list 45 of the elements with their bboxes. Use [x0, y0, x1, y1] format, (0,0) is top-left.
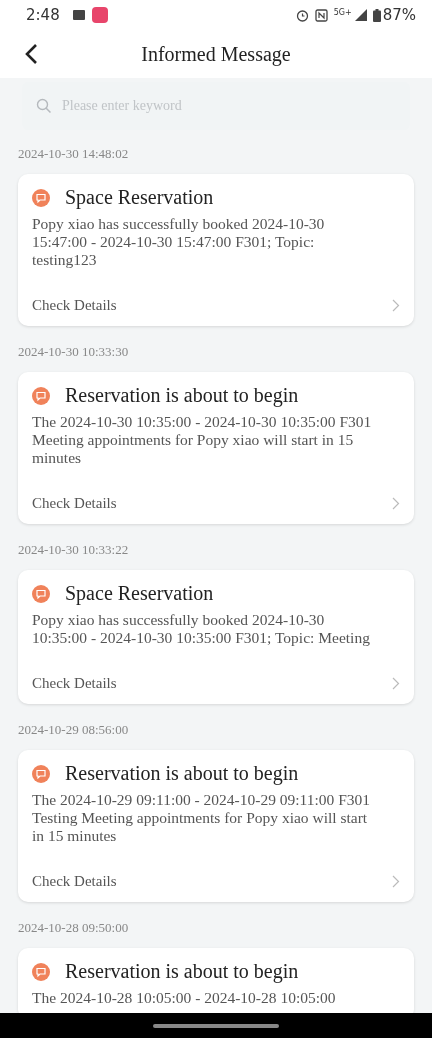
message-title: Space Reservation [65, 582, 214, 605]
message-text: Popy xiao has successfully booked 2024-10-30 15:47:00 - 2024-10-30 15:47:00 F301; Topic: testing123 [32, 215, 326, 269]
alarm-icon [295, 8, 309, 22]
app-icon [91, 7, 108, 23]
chat-bubble-icon [32, 962, 50, 981]
message-text: Popy xiao has successfully booked 2024-10-30 10:35:00 - 2024-10-30 10:35:00 F301; Topic: Meeting [32, 611, 371, 647]
nfc-icon [314, 8, 328, 22]
message-title: Space Reservation [65, 186, 214, 209]
message-card[interactable]: Space Reservation Popy xiao has successfully booked 2024-10-30 10:35:00 - 2024-10-30 10:35:00 F301; Topic: Meeting Check Details [18, 570, 414, 704]
message-timestamp: 2024-10-30 10:33:22 [17, 542, 130, 559]
chevron-right-icon [392, 677, 400, 690]
message-timestamp: 2024-10-29 08:56:00 [17, 722, 130, 739]
home-indicator[interactable] [153, 1023, 279, 1028]
chat-bubble-icon [32, 764, 50, 783]
message-text: The 2024-10-30 10:35:00 - 2024-10-30 10:35:00 F301 Meeting appointments for Popy xiao will start in 15 minutes [32, 413, 373, 467]
chevron-right-icon [392, 299, 400, 312]
message-card[interactable]: Reservation is about to begin The 2024-10-29 09:11:00 - 2024-10-29 09:11:00 F301 Testing Meeting appointments for Popy xiao will start in 15 minutes Check Details [18, 750, 414, 902]
check-details-link[interactable]: Check Details [32, 297, 117, 314]
chat-bubble-icon [32, 188, 50, 207]
message-timestamp: 2024-10-30 14:48:02 [17, 146, 130, 163]
message-card[interactable]: Space Reservation Popy xiao has successfully booked 2024-10-30 15:47:00 - 2024-10-30 15:47:00 F301; Topic: testing123 Check Details [18, 174, 414, 326]
status-time: 2:48 [26, 6, 60, 24]
message-card[interactable]: Reservation is about to begin The 2024-10-30 10:35:00 - 2024-10-30 10:35:00 F301 Meeting appointments for Popy xiao will start in 15 minutes Check Details [18, 372, 414, 524]
battery-percentage: 87% [382, 6, 416, 24]
back-icon[interactable] [24, 43, 38, 65]
message-timestamp: 2024-10-30 10:33:30 [17, 344, 130, 361]
check-details-link[interactable]: Check Details [32, 873, 117, 890]
message-title: Reservation is about to begin [65, 960, 299, 983]
chevron-right-icon [392, 875, 400, 888]
check-details-link[interactable]: Check Details [32, 495, 117, 512]
network-label: 5G+ [333, 8, 352, 17]
page-title: Informed Message [141, 42, 291, 66]
signal-icon [354, 9, 367, 21]
chat-bubble-icon [32, 584, 50, 603]
battery-icon [372, 8, 381, 22]
check-details-link[interactable]: Check Details [32, 675, 117, 692]
message-title: Reservation is about to begin [65, 384, 299, 407]
message-timestamp: 2024-10-28 09:50:00 [17, 920, 130, 937]
message-text: The 2024-10-28 10:05:00 - 2024-10-28 10:05:00 [32, 989, 337, 1007]
message-title: Reservation is about to begin [65, 762, 299, 785]
chat-bubble-icon [32, 386, 50, 405]
message-card[interactable]: Reservation is about to begin The 2024-10-28 10:05:00 - 2024-10-28 10:05:00 [18, 948, 414, 1013]
notification-icon [71, 9, 86, 21]
message-text: The 2024-10-29 09:11:00 - 2024-10-29 09:11:00 F301 Testing Meeting appointments for Popy xiao will start in 15 minutes [32, 791, 372, 845]
chevron-right-icon [392, 497, 400, 510]
